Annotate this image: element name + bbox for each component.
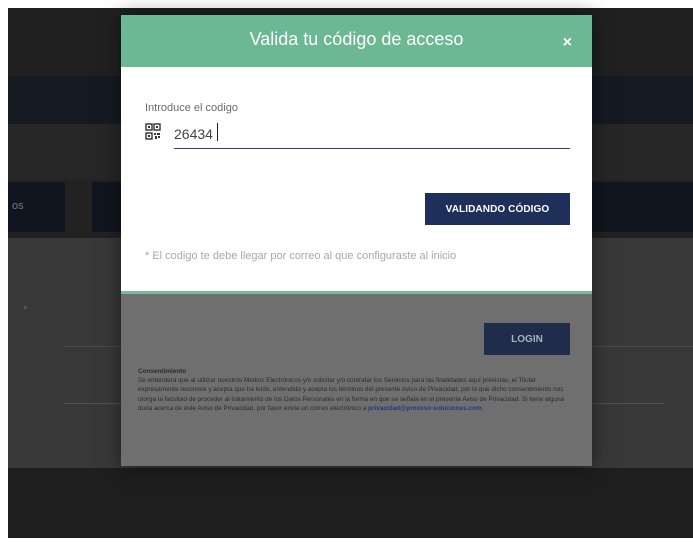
code-hint-text: * El codigo te debe llegar por correo al… bbox=[145, 250, 457, 262]
privacy-email-link[interactable]: privacidad@proceso-soluciones.com bbox=[368, 405, 481, 412]
bg-arrow-icon: ▸ bbox=[24, 302, 29, 312]
code-input-label: Introduce el codigo bbox=[145, 102, 238, 114]
consent-text: Se entenderá que al utilizar nuestros Me… bbox=[138, 377, 565, 412]
qr-code-icon bbox=[145, 123, 161, 140]
bg-tab-left: os bbox=[8, 182, 65, 232]
modal-body: Introduce el codigo VALIDANDO CÓDIGO * E… bbox=[121, 67, 592, 294]
modal-title: Valida tu código de acceso bbox=[249, 29, 464, 49]
consent-end: . bbox=[481, 404, 484, 412]
bg-tab-left-label: os bbox=[12, 200, 24, 212]
consent-notice: Consentimiento Se entenderá que al utili… bbox=[138, 367, 574, 413]
text-cursor bbox=[217, 123, 218, 141]
bg-tab-right bbox=[586, 182, 693, 232]
bg-footer bbox=[8, 468, 693, 538]
login-button[interactable]: LOGIN bbox=[484, 323, 570, 355]
access-code-input[interactable] bbox=[174, 120, 570, 149]
access-code-modal: Valida tu código de acceso × Introduce e… bbox=[121, 15, 592, 466]
close-icon[interactable]: × bbox=[563, 35, 572, 51]
modal-header: Valida tu código de acceso × bbox=[121, 15, 592, 67]
consent-title: Consentimiento bbox=[138, 368, 187, 375]
validate-code-button[interactable]: VALIDANDO CÓDIGO bbox=[425, 193, 570, 225]
